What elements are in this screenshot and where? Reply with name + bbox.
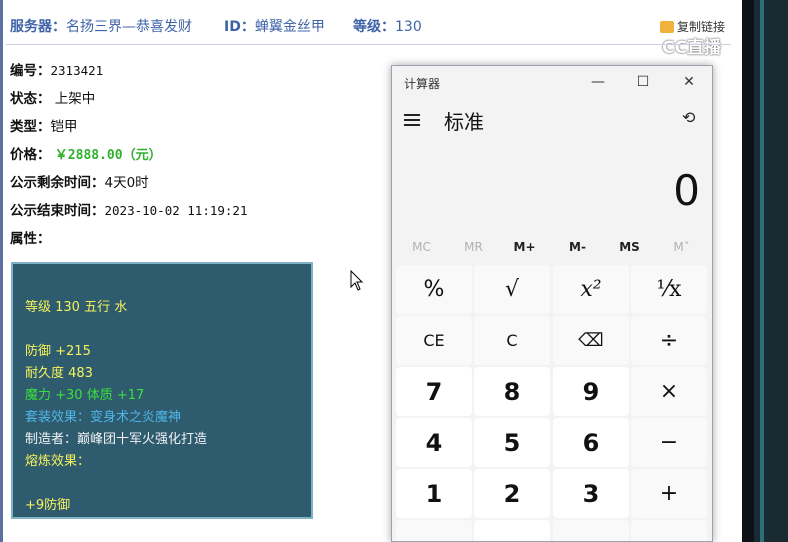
item-attribute-panel: 等级 130 五行 水 防御 +215 耐久度 483 魔力 +30 体质 +1… xyxy=(11,262,313,519)
item-header: 服务器：名扬三界—恭喜发财 ID：蝉翼金丝甲 等级：130 xyxy=(10,16,735,38)
id-label: ID： xyxy=(224,19,255,35)
digit-6-button[interactable]: 6 xyxy=(553,418,629,467)
attr-smelt-label: 熔炼效果： xyxy=(25,454,91,469)
right-edge-strip xyxy=(742,0,788,542)
memory-clear-button[interactable]: MC xyxy=(395,240,448,254)
type-label: 类型： xyxy=(10,119,51,135)
price-label: 价格： xyxy=(10,147,51,163)
digit-0-button[interactable] xyxy=(474,520,550,541)
status-value: 上架中 xyxy=(54,91,96,107)
close-button[interactable]: ✕ xyxy=(674,72,704,92)
plus-button[interactable]: + xyxy=(631,469,707,518)
reciprocal-button[interactable]: ⅟x xyxy=(631,265,707,314)
memory-list-button[interactable]: M˅ xyxy=(655,240,708,254)
memory-add-button[interactable]: M+ xyxy=(498,240,551,254)
number-value: 2313421 xyxy=(50,63,104,78)
negate-button[interactable] xyxy=(396,520,472,541)
attr-row: 属性： xyxy=(10,227,51,247)
attr-smelt-value: +9防御 xyxy=(25,498,71,513)
status-row: 状态： 上架中 xyxy=(10,87,95,107)
end-row: 公示结束时间：2023-10-02 11:19:21 xyxy=(10,199,248,219)
attr-durability-line: 耐久度 483 xyxy=(25,366,93,381)
digit-9-button[interactable]: 9 xyxy=(553,367,629,416)
minus-button[interactable]: − xyxy=(631,418,707,467)
level-label: 等级： xyxy=(353,19,395,35)
mouse-cursor-icon xyxy=(350,270,364,291)
strip-teal-line xyxy=(760,0,764,542)
stream-watermark: CC直播 xyxy=(662,38,721,58)
memory-subtract-button[interactable]: M- xyxy=(551,240,604,254)
digit-2-button[interactable]: 2 xyxy=(474,469,550,518)
attr-level-line: 等级 130 五行 水 xyxy=(25,300,128,315)
clear-button[interactable]: C xyxy=(474,316,550,365)
percent-button[interactable]: % xyxy=(396,265,472,314)
copy-link-label: 复制链接 xyxy=(677,20,726,34)
id-info: ID：蝉翼金丝甲 xyxy=(224,16,325,36)
price-value: ￥2888.00（元） xyxy=(54,148,162,163)
divide-button[interactable]: ÷ xyxy=(631,316,707,365)
remain-label: 公示剩余时间： xyxy=(10,175,105,191)
attr-set-effect-line: 套装效果：变身术之炎魔神 xyxy=(25,410,182,425)
mode-title: 标准 xyxy=(444,110,484,134)
digit-5-button[interactable]: 5 xyxy=(474,418,550,467)
header-divider xyxy=(6,44,731,45)
multiply-button[interactable]: × xyxy=(631,367,707,416)
remain-value: 4天0时 xyxy=(104,175,149,191)
status-label: 状态： xyxy=(10,91,51,107)
digit-3-button[interactable]: 3 xyxy=(553,469,629,518)
sqrt-button[interactable]: √ xyxy=(474,265,550,314)
clear-entry-button[interactable]: CE xyxy=(396,316,472,365)
memory-store-button[interactable]: MS xyxy=(603,240,656,254)
digit-4-button[interactable]: 4 xyxy=(396,418,472,467)
type-value: 铠甲 xyxy=(50,119,78,135)
calculator-window: 计算器 — ☐ ✕ 标准 ⟲ 0 MC MR M+ M- MS M˅ % √ x… xyxy=(391,65,713,542)
server-value: 名扬三界—恭喜发财 xyxy=(66,19,192,35)
remain-row: 公示剩余时间：4天0时 xyxy=(10,171,149,191)
end-label: 公示结束时间： xyxy=(10,203,105,219)
server-label: 服务器： xyxy=(10,19,66,35)
digit-1-button[interactable]: 1 xyxy=(396,469,472,518)
backspace-button[interactable]: ⌫ xyxy=(553,316,629,365)
minimize-button[interactable]: — xyxy=(583,72,613,92)
calculator-title: 计算器 xyxy=(404,77,441,91)
server-info: 服务器：名扬三界—恭喜发财 xyxy=(10,16,192,36)
number-label: 编号： xyxy=(10,63,51,79)
digit-8-button[interactable]: 8 xyxy=(474,367,550,416)
memory-recall-button[interactable]: MR xyxy=(447,240,500,254)
equals-button[interactable] xyxy=(631,520,707,541)
history-icon[interactable]: ⟲ xyxy=(682,108,695,127)
maximize-button[interactable]: ☐ xyxy=(628,72,658,92)
attr-magic-line: 魔力 +30 体质 +17 xyxy=(25,388,145,403)
attr-defense-line: 防御 +215 xyxy=(25,344,91,359)
attr-label: 属性： xyxy=(10,231,51,247)
number-row: 编号：2313421 xyxy=(10,59,103,79)
calculator-display: 0 xyxy=(673,166,700,215)
price-row: 价格： ￥2888.00（元） xyxy=(10,143,162,163)
level-info: 等级：130 xyxy=(353,16,422,36)
digit-7-button[interactable]: 7 xyxy=(396,367,472,416)
decimal-button[interactable] xyxy=(553,520,629,541)
end-value: 2023-10-02 11:19:21 xyxy=(104,203,248,218)
attr-maker-line: 制造者：巅峰团十军火强化打造 xyxy=(25,432,208,447)
square-button[interactable]: x² xyxy=(553,265,629,314)
copy-link-icon xyxy=(660,21,674,33)
type-row: 类型：铠甲 xyxy=(10,115,78,135)
menu-icon[interactable] xyxy=(404,111,420,129)
calculator-titlebar[interactable]: 计算器 — ☐ ✕ xyxy=(392,66,712,98)
level-value: 130 xyxy=(395,19,422,35)
left-border xyxy=(0,0,3,542)
id-value: 蝉翼金丝甲 xyxy=(254,19,325,35)
